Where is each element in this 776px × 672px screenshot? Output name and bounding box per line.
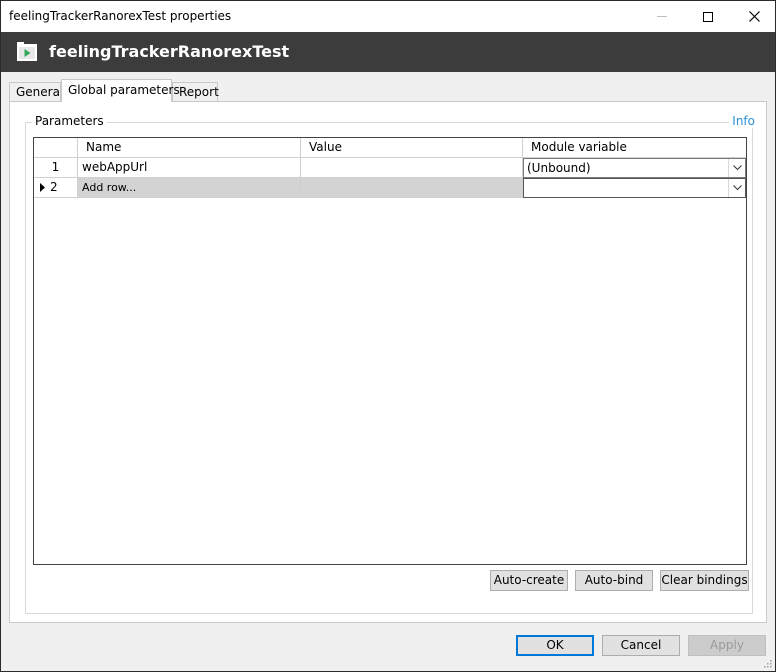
maximize-button[interactable] [685, 1, 731, 32]
auto-create-button[interactable]: Auto-create [490, 570, 568, 591]
maximize-icon [703, 11, 713, 22]
tab-global-parameters[interactable]: Global parameters [61, 79, 180, 102]
chevron-down-icon [732, 165, 742, 171]
column-header-value[interactable]: Value [301, 138, 523, 158]
column-header-name[interactable]: Name [78, 138, 301, 158]
info-link[interactable]: Info [729, 114, 758, 128]
row-number[interactable]: 1 [34, 158, 78, 178]
parameters-group-label: Parameters [32, 114, 107, 128]
module-variable-value: (Unbound) [527, 161, 591, 175]
minimize-button[interactable] [639, 1, 685, 32]
new-row-module-variable-dropdown[interactable] [523, 178, 746, 198]
row-header-corner [34, 138, 78, 158]
test-suite-icon [17, 42, 37, 61]
properties-dialog: feelingTrackerRanorexTest properties fee… [0, 0, 776, 672]
ok-button[interactable]: OK [516, 635, 594, 656]
module-variable-dropdown[interactable]: (Unbound) [523, 158, 746, 178]
tab-general[interactable]: General [9, 82, 63, 102]
dropdown-button[interactable] [728, 179, 745, 197]
close-icon [748, 11, 760, 22]
new-row-value-cell[interactable] [301, 178, 523, 198]
minimize-icon [657, 16, 667, 17]
window-title: feelingTrackerRanorexTest properties [9, 9, 232, 23]
add-row-cell[interactable]: Add row... [78, 178, 301, 198]
current-row-arrow-icon [40, 183, 45, 192]
dropdown-button[interactable] [728, 159, 745, 177]
parameter-value-cell[interactable] [301, 158, 523, 178]
column-header-module-variable[interactable]: Module variable [523, 138, 746, 158]
apply-button[interactable]: Apply [688, 635, 766, 656]
title-bar[interactable]: feelingTrackerRanorexTest properties [1, 1, 775, 32]
parameters-group: Parameters Info Name Value Module variab… [25, 114, 758, 614]
chevron-down-icon [732, 185, 742, 191]
parameters-grid[interactable]: Name Value Module variable 1 webAppUrl (… [33, 137, 747, 565]
cancel-button[interactable]: Cancel [602, 635, 680, 656]
close-button[interactable] [731, 1, 776, 32]
auto-bind-button[interactable]: Auto-bind [575, 570, 653, 591]
parameter-name-cell[interactable]: webAppUrl [78, 158, 301, 178]
row-number: 2 [50, 180, 58, 194]
clear-bindings-button[interactable]: Clear bindings [660, 570, 749, 591]
header-title: feelingTrackerRanorexTest [49, 42, 290, 61]
global-parameters-panel: Parameters Info Name Value Module variab… [9, 101, 767, 623]
dialog-header: feelingTrackerRanorexTest [1, 32, 775, 72]
resize-grip-icon[interactable] [762, 658, 772, 668]
new-row-header[interactable]: 2 [34, 178, 78, 198]
